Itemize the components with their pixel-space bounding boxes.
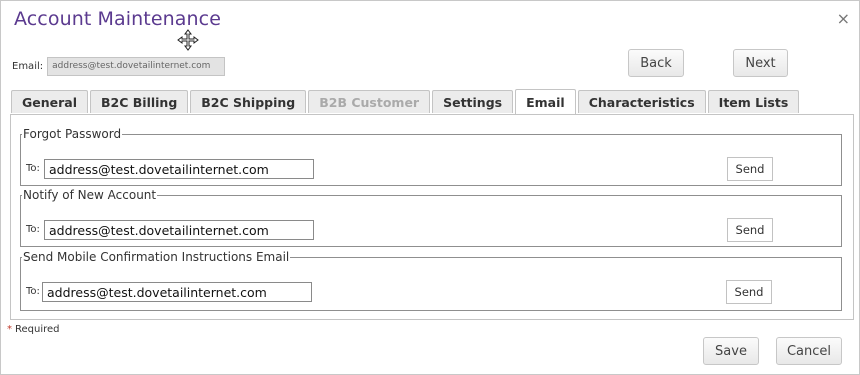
tab-b2c-shipping[interactable]: B2C Shipping <box>190 90 307 113</box>
tab-email[interactable]: Email <box>515 89 576 114</box>
move-cursor-icon <box>177 29 199 51</box>
email-readonly-field: address@test.dovetailinternet.com <box>47 57 226 76</box>
tab-item-lists[interactable]: Item Lists <box>707 90 800 113</box>
to-label: To: <box>26 286 40 297</box>
cancel-button[interactable]: Cancel <box>776 337 842 365</box>
section-legend: Send Mobile Confirmation Instructions Em… <box>23 250 290 264</box>
mobile-confirmation-send-button[interactable]: Send <box>726 280 772 304</box>
save-button[interactable]: Save <box>703 337 759 365</box>
close-icon[interactable]: × <box>837 11 850 27</box>
section-legend: Notify of New Account <box>23 188 157 202</box>
tab-characteristics[interactable]: Characteristics <box>577 90 706 113</box>
notify-new-account-section: Notify of New Account To: Send <box>20 188 842 247</box>
next-button[interactable]: Next <box>733 49 788 77</box>
to-label: To: <box>26 224 40 235</box>
tab-b2b-customer: B2B Customer <box>308 90 431 113</box>
tab-general[interactable]: General <box>11 90 88 113</box>
email-row: Email: address@test.dovetailinternet.com <box>12 57 226 76</box>
forgot-password-send-button[interactable]: Send <box>727 157 773 181</box>
required-marker: * <box>7 324 12 335</box>
account-maintenance-dialog: Account Maintenance × Email: address@tes… <box>0 0 860 375</box>
forgot-password-section: Forgot Password To: Send <box>20 127 842 186</box>
notify-new-account-to-input[interactable] <box>44 220 314 240</box>
to-label: To: <box>26 163 40 174</box>
required-text: Required <box>15 324 60 335</box>
email-tab-panel: Forgot Password To: Send Notify of New A… <box>10 114 854 320</box>
tab-bar: General B2C Billing B2C Shipping B2B Cus… <box>11 89 801 114</box>
dialog-title: Account Maintenance <box>14 8 222 30</box>
email-label: Email: <box>12 61 44 72</box>
notify-new-account-send-button[interactable]: Send <box>727 218 773 242</box>
section-legend: Forgot Password <box>23 127 122 141</box>
tab-settings[interactable]: Settings <box>432 90 514 113</box>
mobile-confirmation-to-input[interactable] <box>42 282 312 302</box>
tab-b2c-billing[interactable]: B2C Billing <box>90 90 189 113</box>
required-note: * Required <box>7 324 60 335</box>
forgot-password-to-input[interactable] <box>44 159 314 179</box>
back-button[interactable]: Back <box>628 49 684 77</box>
mobile-confirmation-section: Send Mobile Confirmation Instructions Em… <box>20 250 842 311</box>
